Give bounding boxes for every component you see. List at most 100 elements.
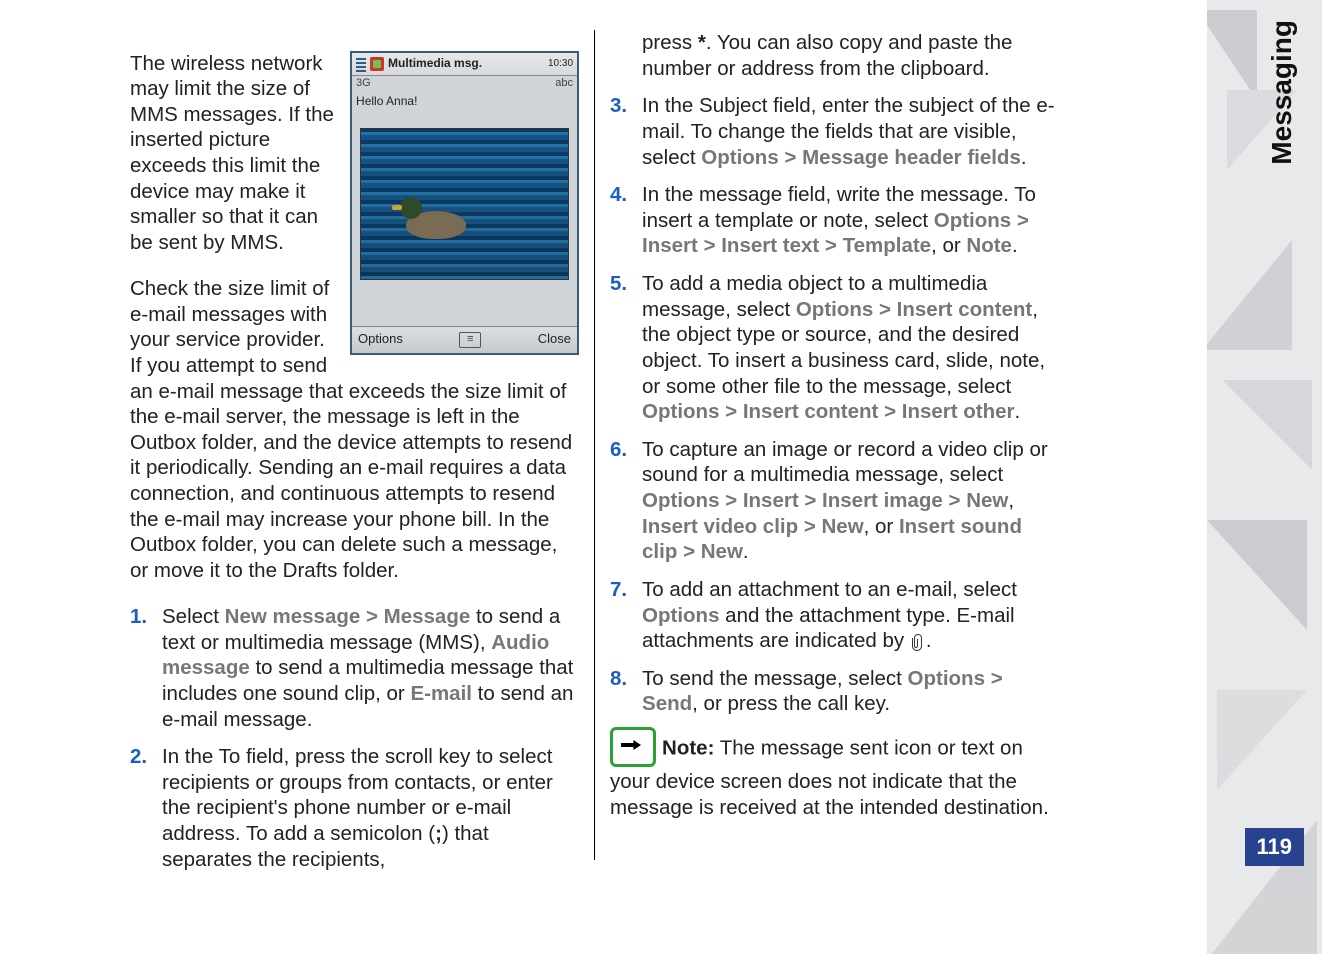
ui-term: Message header fields [802, 146, 1021, 169]
message-body-text: Hello Anna! [352, 92, 577, 114]
step-item: 6. To capture an image or record a video… [610, 437, 1060, 565]
step-number: 7. [610, 577, 627, 603]
steps-list: 3. In the Subject field, enter the subje… [610, 93, 1060, 717]
ui-term: Insert content [897, 298, 1033, 321]
ui-term: Insert other [902, 400, 1015, 423]
step-text: . [743, 540, 749, 563]
chevron-icon: > [1017, 209, 1029, 232]
ui-term: Options [701, 146, 778, 169]
chevron-icon: > [704, 234, 722, 257]
mms-app-icon [370, 57, 384, 71]
chevron-icon: > [725, 400, 743, 423]
chevron-icon: > [991, 667, 1003, 690]
step-item: 3. In the Subject field, enter the subje… [610, 93, 1060, 170]
ui-term: E-mail [410, 682, 472, 705]
step-item: 1. Select New message > Message to send … [130, 604, 579, 732]
ui-term: Insert video clip [642, 515, 798, 538]
step-number: 2. [130, 744, 147, 770]
step-number: 8. [610, 666, 627, 692]
network-indicator: 3G [356, 77, 371, 91]
ui-term: Insert [642, 234, 698, 257]
step-number: 5. [610, 271, 627, 297]
sidebar: Messaging 119 [1207, 0, 1322, 954]
phone-subbar: 3G abc [352, 76, 577, 92]
chevron-icon: > [366, 605, 384, 628]
chevron-icon: > [804, 489, 822, 512]
chevron-icon: > [784, 146, 802, 169]
softkey-right: Close [538, 331, 571, 347]
right-column: press *. You can also copy and paste the… [595, 30, 1075, 860]
chevron-icon: > [725, 489, 743, 512]
phone-softkeys: Options Close [352, 326, 577, 353]
step-item: 8. To send the message, select Options >… [610, 666, 1060, 717]
chevron-icon: > [884, 400, 902, 423]
ui-term: Insert image [822, 489, 943, 512]
step-text: , or [931, 234, 966, 257]
step-text: Select [162, 605, 225, 628]
phone-titlebar: Multimedia msg. 10:30 [352, 53, 577, 76]
section-title: Messaging [1266, 20, 1298, 165]
step-text: . [1012, 234, 1018, 257]
ui-term: Options [908, 667, 985, 690]
step-number: 4. [610, 182, 627, 208]
ui-term: New [701, 540, 743, 563]
step-text: , or [864, 515, 899, 538]
step-text: To add an attachment to an e-mail, selec… [642, 578, 1017, 601]
softkey-middle-icon [459, 332, 481, 348]
step-number: 6. [610, 437, 627, 463]
step-item: 5. To add a media object to a multimedia… [610, 271, 1060, 425]
sidebar-pattern [1207, 0, 1322, 954]
inserted-image [360, 128, 569, 280]
step-text: . [1021, 146, 1027, 169]
step-continuation: press *. You can also copy and paste the… [610, 30, 1060, 81]
ui-term: Insert content [743, 400, 879, 423]
softkey-left: Options [358, 331, 403, 347]
step-item: 4. In the message field, write the messa… [610, 182, 1060, 259]
step-item: 7. To add an attachment to an e-mail, se… [610, 577, 1060, 654]
bold-char: * [698, 31, 706, 54]
chevron-icon: > [879, 298, 897, 321]
step-text: press [642, 31, 698, 54]
ui-term: New message [225, 605, 361, 628]
note-block: Note: The message sent icon or text on y… [610, 729, 1060, 820]
ui-term: Send [642, 692, 692, 715]
ui-term: Options [934, 209, 1011, 232]
ui-term: Template [843, 234, 931, 257]
step-number: 1. [130, 604, 147, 630]
ui-term: New [966, 489, 1008, 512]
ui-term: Insert text [721, 234, 819, 257]
step-text: . [1015, 400, 1021, 423]
chevron-icon: > [683, 540, 701, 563]
step-item: 2. In the To field, press the scroll key… [130, 744, 579, 872]
step-text: . [926, 629, 932, 652]
input-mode-indicator: abc [555, 77, 573, 91]
page-number: 119 [1245, 828, 1305, 866]
ui-term: Insert [743, 489, 799, 512]
step-text: To send the message, select [642, 667, 908, 690]
ui-term: New [821, 515, 863, 538]
chevron-icon: > [804, 515, 822, 538]
step-text: , or press the call key. [692, 692, 890, 715]
steps-list: 1. Select New message > Message to send … [130, 604, 579, 872]
ui-term: Options [796, 298, 873, 321]
page-content: Multimedia msg. 10:30 3G abc Hello Anna! [0, 0, 1075, 890]
ui-term: Note [966, 234, 1012, 257]
chevron-icon: > [825, 234, 843, 257]
bold-char: ; [435, 822, 442, 845]
note-label: Note: [662, 736, 714, 759]
note-arrow-icon [610, 727, 656, 767]
left-column: Multimedia msg. 10:30 3G abc Hello Anna! [115, 30, 595, 860]
step-number: 3. [610, 93, 627, 119]
duck-icon [406, 211, 466, 239]
attachment-icon [910, 633, 926, 651]
phone-screenshot: Multimedia msg. 10:30 3G abc Hello Anna! [350, 51, 579, 355]
phone-title: Multimedia msg. [388, 56, 548, 71]
signal-bars-icon [356, 56, 366, 72]
phone-clock: 10:30 [548, 59, 573, 69]
ui-term: Options [642, 604, 719, 627]
step-text: In the To field, press the scroll key to… [162, 745, 553, 845]
body-text: size limit of the e-mail server, the mes… [130, 380, 572, 582]
step-text: To capture an image or record a video cl… [642, 438, 1048, 487]
ui-term: Message [384, 605, 471, 628]
ui-term: Options [642, 489, 719, 512]
